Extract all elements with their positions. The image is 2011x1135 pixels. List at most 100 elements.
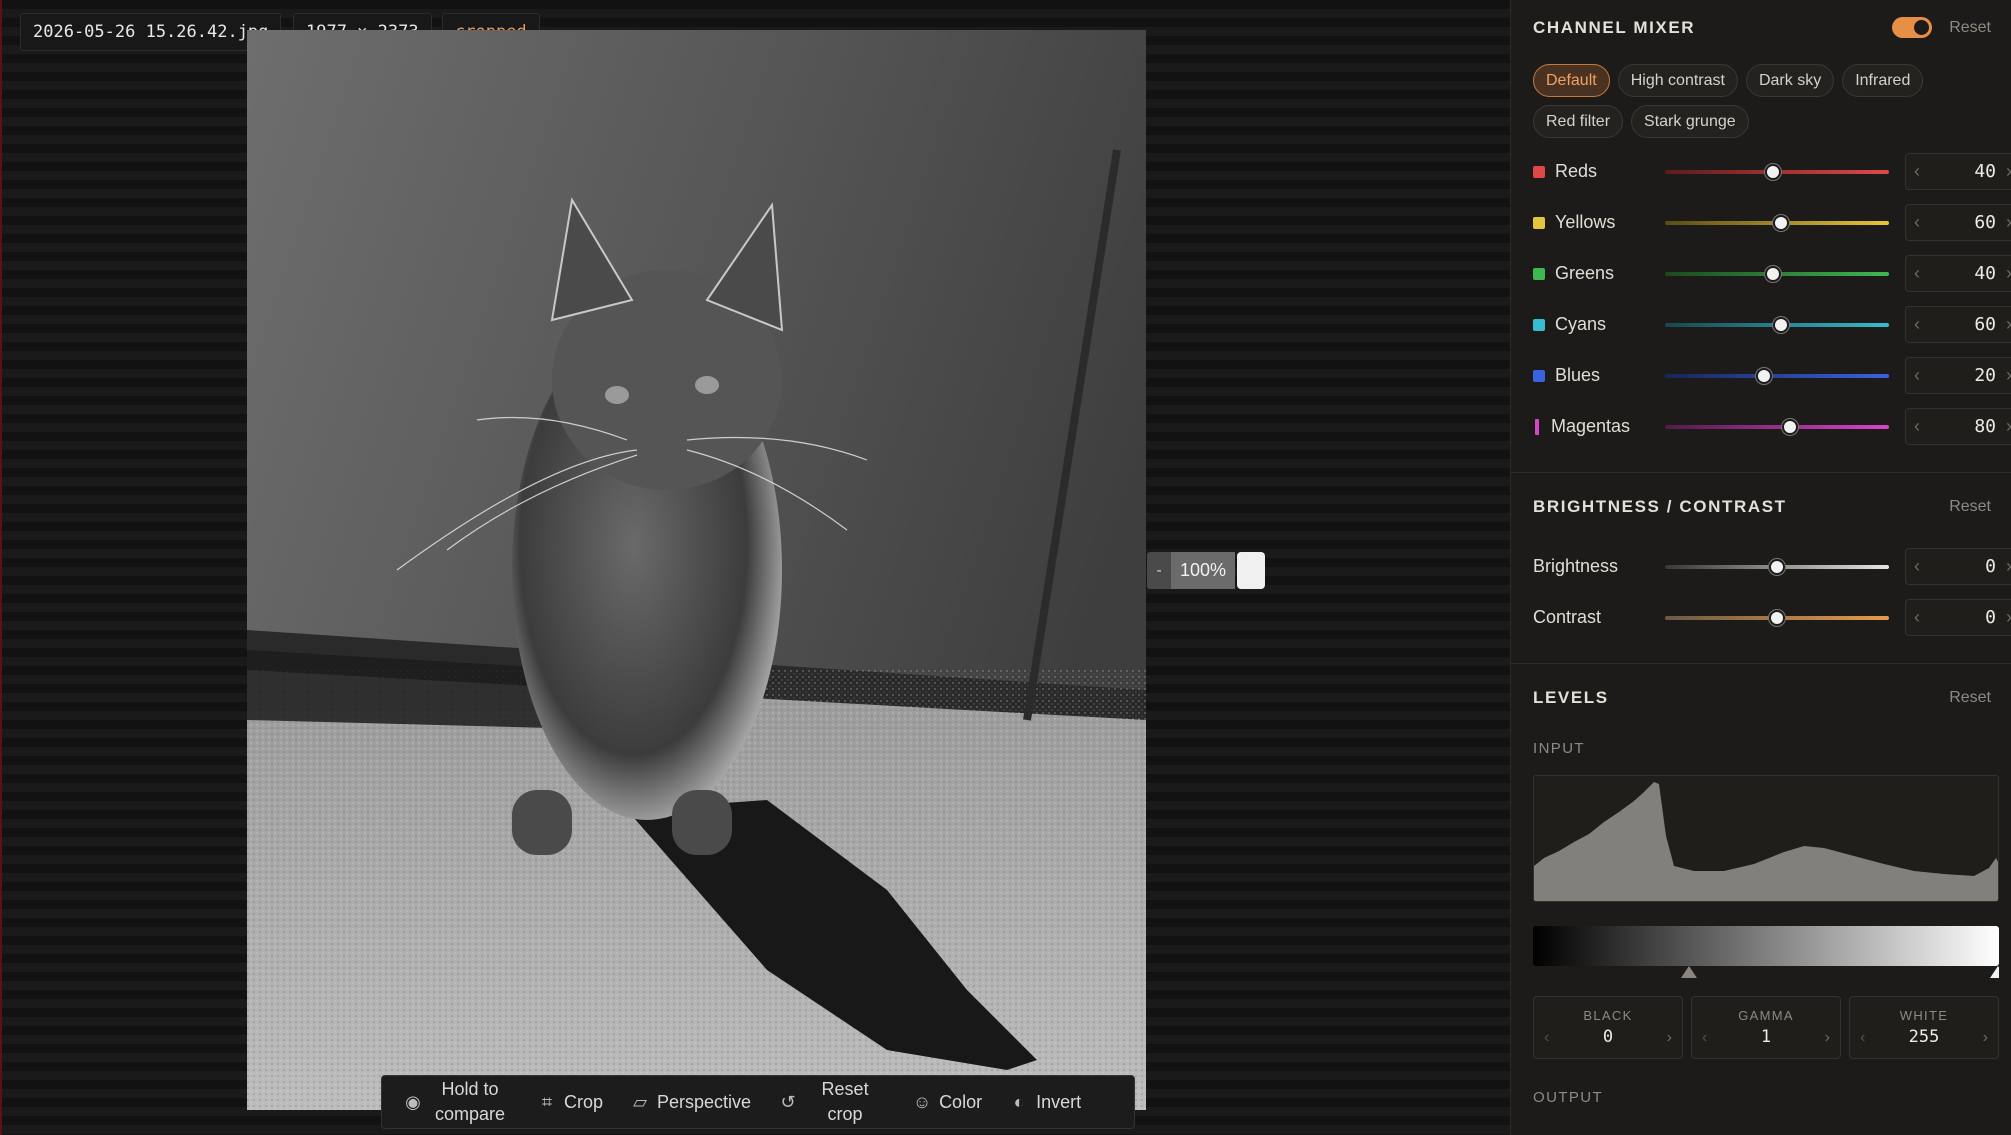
value-stepper[interactable]: ‹ 20 ›	[1905, 357, 2011, 394]
gamma-handle[interactable]	[1681, 966, 1697, 978]
slider-thumb[interactable]	[1769, 609, 1785, 626]
channel-mixer-reset-button[interactable]: Reset	[1949, 19, 1991, 37]
preset-dark-sky[interactable]: Dark sky	[1745, 64, 1835, 97]
chevron-left-icon[interactable]: ‹	[1702, 1029, 1707, 1047]
color-swatch	[1533, 369, 1545, 382]
stepper-value[interactable]: 60	[1974, 212, 1996, 233]
crop-button[interactable]: ⌗ Crop	[528, 1092, 613, 1113]
chevron-right-icon[interactable]: ›	[2006, 314, 2011, 335]
slider-track[interactable]	[1665, 418, 1889, 435]
brightness-contrast-section: BRIGHTNESS / CONTRAST Reset Brightness ‹ 0…	[1511, 473, 2011, 663]
chevron-right-icon[interactable]: ›	[2006, 263, 2011, 284]
perspective-icon: ▱	[633, 1091, 647, 1112]
field-value: 1	[1760, 1027, 1772, 1047]
chevron-right-icon[interactable]: ›	[1667, 1029, 1672, 1047]
value-stepper[interactable]: ‹ 80 ›	[1905, 408, 2011, 445]
chevron-right-icon[interactable]: ›	[1983, 1029, 1988, 1047]
slider-label: Brightness	[1533, 556, 1619, 576]
stepper-value[interactable]: 40	[1974, 161, 1996, 182]
chevron-left-icon[interactable]: ‹	[1860, 1029, 1865, 1047]
slider-track[interactable]	[1665, 316, 1889, 333]
slider-row-reds: Reds ‹ 40 ›	[1533, 146, 2011, 197]
chevron-left-icon[interactable]: ‹	[1914, 607, 1920, 628]
chevron-left-icon[interactable]: ‹	[1914, 416, 1920, 437]
chevron-left-icon[interactable]: ‹	[1914, 365, 1920, 386]
stepper-value[interactable]: 0	[1985, 556, 1996, 577]
chevron-right-icon[interactable]: ›	[2006, 607, 2011, 628]
stepper-value[interactable]: 40	[1974, 263, 1996, 284]
slider-thumb[interactable]	[1764, 265, 1781, 282]
zoom-out-button[interactable]: -	[1147, 552, 1171, 589]
slider-row-brightness: Brightness ‹ 0 ›	[1533, 541, 2011, 592]
field-value: 255	[1908, 1027, 1940, 1047]
channel-rows: Reds‹40›Yellows‹60›Greens‹40›Cyans‹60›Bl…	[1533, 146, 2011, 452]
preset-infrared[interactable]: Infrared	[1842, 64, 1924, 97]
preset-red-filter[interactable]: Red filter	[1533, 105, 1624, 138]
stepper-value[interactable]: 60	[1974, 314, 1996, 335]
chevron-left-icon[interactable]: ‹	[1914, 556, 1920, 577]
value-stepper[interactable]: ‹ 60 ›	[1905, 306, 2011, 343]
image-preview[interactable]	[247, 30, 1146, 1110]
value-stepper[interactable]: ‹ 0 ›	[1905, 548, 2011, 585]
slider-track[interactable]	[1665, 367, 1889, 384]
slider-track[interactable]	[1665, 558, 1889, 575]
black-point-field[interactable]: BLACK 0 ‹ ›	[1533, 996, 1683, 1059]
chevron-left-icon[interactable]: ‹	[1544, 1029, 1549, 1047]
chevron-right-icon[interactable]: ›	[2006, 161, 2011, 182]
chevron-right-icon[interactable]: ›	[2006, 212, 2011, 233]
chevron-left-icon[interactable]: ‹	[1914, 263, 1920, 284]
file-name-chip: 2026-05-26 15.26.42.jpg	[20, 13, 282, 51]
stepper-value[interactable]: 0	[1985, 607, 1996, 628]
value-stepper[interactable]: ‹ 0 ›	[1905, 599, 2011, 636]
gamma-field[interactable]: GAMMA 1 ‹ ›	[1691, 996, 1841, 1059]
chevron-right-icon[interactable]: ›	[1825, 1029, 1830, 1047]
slider-label: Reds	[1555, 161, 1598, 181]
chevron-left-icon[interactable]: ‹	[1914, 212, 1920, 233]
field-caption: WHITE	[1899, 1008, 1949, 1023]
stepper-value[interactable]: 20	[1974, 365, 1996, 386]
color-button[interactable]: ☺ Color	[903, 1092, 992, 1113]
slider-thumb[interactable]	[1764, 163, 1781, 180]
chevron-right-icon[interactable]: ›	[2006, 416, 2011, 437]
levels-handles	[1533, 966, 2006, 980]
zoom-in-button[interactable]	[1237, 552, 1265, 589]
tool-label: Reset crop	[821, 1079, 869, 1124]
chevron-right-icon[interactable]: ›	[2006, 556, 2011, 577]
slider-thumb[interactable]	[1773, 316, 1790, 333]
preset-list: Default High contrast Dark sky Infrared …	[1533, 64, 1973, 138]
stepper-value[interactable]: 80	[1974, 416, 1996, 437]
slider-track[interactable]	[1665, 609, 1889, 626]
preset-high-contrast[interactable]: High contrast	[1617, 64, 1738, 97]
chevron-left-icon[interactable]: ‹	[1914, 161, 1920, 182]
slider-thumb[interactable]	[1782, 418, 1799, 435]
value-stepper[interactable]: ‹ 40 ›	[1905, 153, 2011, 190]
slider-track[interactable]	[1665, 214, 1889, 231]
chevron-right-icon[interactable]: ›	[2006, 365, 2011, 386]
reset-crop-button[interactable]: ↺ Reset crop	[769, 1077, 895, 1127]
value-stepper[interactable]: ‹ 60 ›	[1905, 204, 2011, 241]
perspective-button[interactable]: ▱ Perspective	[621, 1092, 761, 1113]
slider-thumb[interactable]	[1755, 367, 1772, 384]
white-point-field[interactable]: WHITE 255 ‹ ›	[1849, 996, 1999, 1059]
value-stepper[interactable]: ‹ 40 ›	[1905, 255, 2011, 292]
slider-thumb[interactable]	[1769, 558, 1785, 575]
levels-reset-button[interactable]: Reset	[1949, 689, 1991, 707]
section-title: LEVELS	[1533, 688, 1609, 707]
chevron-left-icon[interactable]: ‹	[1914, 314, 1920, 335]
white-handle[interactable]	[1990, 966, 2006, 978]
hold-to-compare-button[interactable]: ◉ Hold to compare	[394, 1077, 520, 1127]
brightness-contrast-reset-button[interactable]: Reset	[1949, 498, 1991, 516]
slider-thumb[interactable]	[1773, 214, 1790, 231]
cat-photo-illustration	[247, 30, 1146, 1110]
preset-default[interactable]: Default	[1533, 64, 1610, 97]
preset-stark-grunge[interactable]: Stark grunge	[1631, 105, 1749, 138]
slider-row-magentas: Magentas ‹ 80 ›	[1533, 401, 2011, 452]
image-toolbar: ◉ Hold to compare ⌗ Crop ▱ Perspective ↺…	[381, 1075, 1135, 1129]
slider-row-yellows: Yellows ‹ 60 ›	[1533, 197, 2011, 248]
channel-mixer-toggle[interactable]	[1892, 17, 1932, 38]
slider-track[interactable]	[1665, 265, 1889, 282]
histogram	[1533, 775, 1999, 902]
field-caption: GAMMA	[1738, 1008, 1794, 1023]
slider-track[interactable]	[1665, 163, 1889, 180]
invert-button[interactable]: ◐ Invert	[1000, 1092, 1091, 1113]
